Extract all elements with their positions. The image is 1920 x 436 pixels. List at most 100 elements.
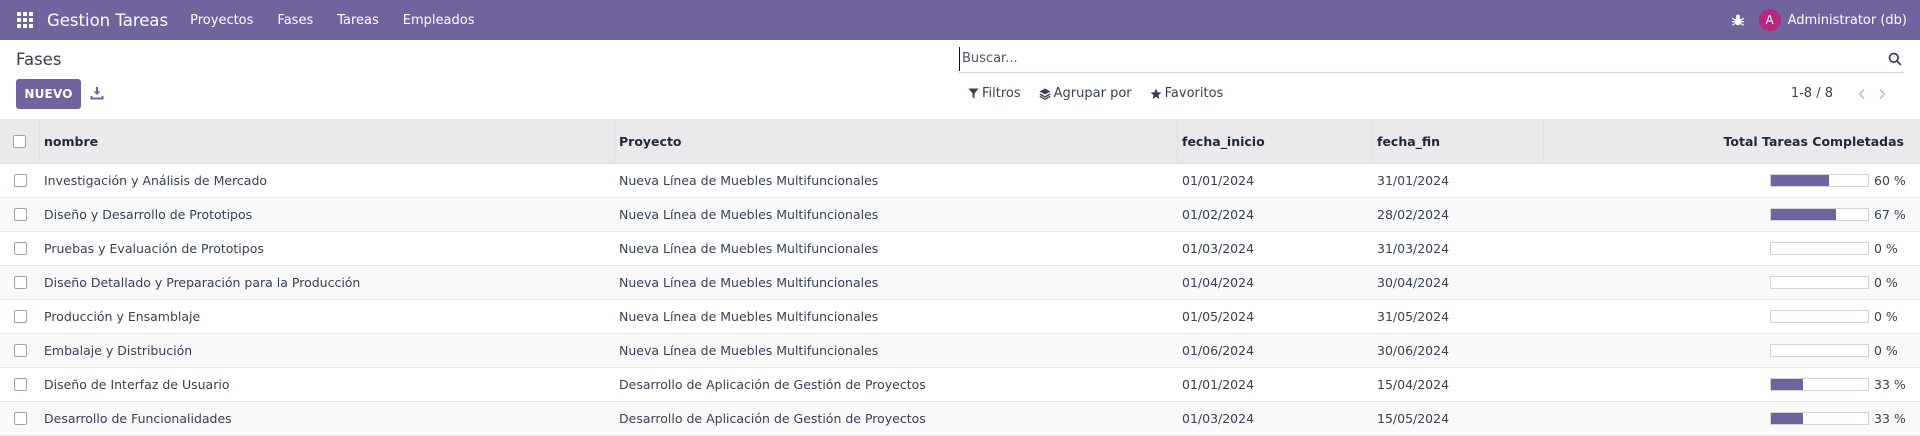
cell-proyecto[interactable]: Nueva Línea de Muebles Multifuncionales — [615, 266, 1178, 299]
cell-fecha-inicio[interactable]: 01/03/2024 — [1178, 232, 1373, 265]
app-brand[interactable]: Gestion Tareas — [47, 11, 168, 30]
row-checkbox-cell — [0, 334, 40, 367]
cell-nombre[interactable]: Investigación y Análisis de Mercado — [40, 164, 615, 197]
navbar-right: A Administrator (db) — [1731, 9, 1907, 31]
cell-total-tareas[interactable]: 60 % — [1544, 164, 1920, 197]
favorites-button[interactable]: Favoritos — [1150, 86, 1223, 101]
progress-track — [1770, 174, 1869, 187]
apps-grid-icon[interactable] — [17, 12, 33, 28]
cell-fecha-fin[interactable]: 15/05/2024 — [1373, 402, 1544, 435]
select-all-checkbox[interactable] — [13, 135, 26, 148]
cell-proyecto[interactable]: Desarrollo de Aplicación de Gestión de P… — [615, 402, 1178, 435]
bug-icon[interactable] — [1731, 13, 1745, 27]
cell-fecha-fin[interactable]: 15/04/2024 — [1373, 368, 1544, 401]
row-checkbox[interactable] — [13, 174, 27, 187]
cell-total-tareas[interactable]: 0 % — [1544, 334, 1920, 367]
search-input[interactable] — [959, 46, 1888, 71]
new-button[interactable]: NUEVO — [16, 79, 81, 109]
download-icon[interactable] — [90, 86, 104, 100]
table-row[interactable]: Diseño de Interfaz de Usuario Desarrollo… — [0, 368, 1920, 402]
layers-icon — [1039, 88, 1051, 100]
menu-item-empleados[interactable]: Empleados — [391, 13, 487, 28]
cell-nombre[interactable]: Diseño de Interfaz de Usuario — [40, 368, 615, 401]
column-header-total-tareas[interactable]: Total Tareas Completadas — [1544, 120, 1920, 163]
pager-value[interactable]: 1-8 / 8 — [1791, 86, 1833, 101]
row-checkbox[interactable] — [13, 412, 27, 425]
cell-fecha-inicio[interactable]: 01/01/2024 — [1178, 368, 1373, 401]
cell-fecha-fin[interactable]: 31/03/2024 — [1373, 232, 1544, 265]
page-title[interactable]: Fases — [16, 50, 61, 69]
menu-item-tareas[interactable]: Tareas — [325, 13, 391, 28]
cell-proyecto[interactable]: Nueva Línea de Muebles Multifuncionales — [615, 164, 1178, 197]
column-header-nombre[interactable]: nombre — [40, 120, 615, 163]
chevron-right-icon[interactable] — [1877, 88, 1887, 100]
group-by-button[interactable]: Agrupar por — [1039, 86, 1132, 101]
table-row[interactable]: Pruebas y Evaluación de Prototipos Nueva… — [0, 232, 1920, 266]
row-checkbox[interactable] — [13, 310, 27, 323]
cell-fecha-inicio[interactable]: 01/04/2024 — [1178, 266, 1373, 299]
cell-proyecto[interactable]: Nueva Línea de Muebles Multifuncionales — [615, 232, 1178, 265]
table-row[interactable]: Diseño Detallado y Preparación para la P… — [0, 266, 1920, 300]
cell-fecha-fin[interactable]: 28/02/2024 — [1373, 198, 1544, 231]
progress-track — [1770, 310, 1869, 323]
menu-item-proyectos[interactable]: Proyectos — [178, 13, 265, 28]
table-row[interactable]: Investigación y Análisis de Mercado Nuev… — [0, 164, 1920, 198]
cell-nombre[interactable]: Diseño Detallado y Preparación para la P… — [40, 266, 615, 299]
column-header-fecha-inicio[interactable]: fecha_inicio — [1178, 120, 1373, 163]
row-checkbox[interactable] — [13, 208, 27, 221]
cell-total-tareas[interactable]: 33 % — [1544, 402, 1920, 435]
cell-proyecto[interactable]: Nueva Línea de Muebles Multifuncionales — [615, 198, 1178, 231]
cell-nombre[interactable]: Producción y Ensamblaje — [40, 300, 615, 333]
cell-nombre[interactable]: Pruebas y Evaluación de Prototipos — [40, 232, 615, 265]
cell-fecha-fin[interactable]: 30/06/2024 — [1373, 334, 1544, 367]
cell-fecha-inicio[interactable]: 01/05/2024 — [1178, 300, 1373, 333]
cell-fecha-inicio[interactable]: 01/03/2024 — [1178, 402, 1373, 435]
row-checkbox[interactable] — [13, 344, 27, 357]
row-checkbox-cell — [0, 402, 40, 435]
row-checkbox-cell — [0, 164, 40, 197]
row-checkbox[interactable] — [13, 242, 27, 255]
progress-fill — [1771, 209, 1836, 220]
row-checkbox-cell — [0, 232, 40, 265]
search-icon[interactable] — [1888, 52, 1902, 66]
cell-fecha-inicio[interactable]: 01/01/2024 — [1178, 164, 1373, 197]
cell-proyecto[interactable]: Nueva Línea de Muebles Multifuncionales — [615, 334, 1178, 367]
main-menu: Proyectos Fases Tareas Empleados — [178, 13, 486, 28]
cell-proyecto[interactable]: Desarrollo de Aplicación de Gestión de P… — [615, 368, 1178, 401]
table-row[interactable]: Producción y Ensamblaje Nueva Línea de M… — [0, 300, 1920, 334]
table-row[interactable]: Desarrollo de Funcionalidades Desarrollo… — [0, 402, 1920, 436]
progress-track — [1770, 242, 1869, 255]
progress-label: 33 % — [1874, 377, 1906, 392]
progress-bar: 33 % — [1770, 411, 1906, 426]
menu-item-fases[interactable]: Fases — [265, 13, 325, 28]
cell-total-tareas[interactable]: 0 % — [1544, 300, 1920, 333]
cell-fecha-fin[interactable]: 31/05/2024 — [1373, 300, 1544, 333]
user-menu[interactable]: Administrator (db) — [1788, 13, 1907, 28]
row-checkbox[interactable] — [13, 378, 27, 391]
cell-nombre[interactable]: Diseño y Desarrollo de Prototipos — [40, 198, 615, 231]
table-row[interactable]: Embalaje y Distribución Nueva Línea de M… — [0, 334, 1920, 368]
filters-button[interactable]: Filtros — [968, 86, 1021, 101]
cell-nombre[interactable]: Embalaje y Distribución — [40, 334, 615, 367]
header-checkbox-cell — [0, 120, 40, 163]
cell-fecha-fin[interactable]: 30/04/2024 — [1373, 266, 1544, 299]
column-header-fecha-fin[interactable]: fecha_fin — [1373, 120, 1544, 163]
cell-fecha-inicio[interactable]: 01/02/2024 — [1178, 198, 1373, 231]
cell-proyecto[interactable]: Nueva Línea de Muebles Multifuncionales — [615, 300, 1178, 333]
progress-track — [1770, 412, 1869, 425]
cell-total-tareas[interactable]: 33 % — [1544, 368, 1920, 401]
cell-fecha-fin[interactable]: 31/01/2024 — [1373, 164, 1544, 197]
chevron-left-icon[interactable] — [1857, 88, 1867, 100]
progress-track — [1770, 208, 1869, 221]
column-header-proyecto[interactable]: Proyecto — [615, 120, 1178, 163]
cell-total-tareas[interactable]: 0 % — [1544, 232, 1920, 265]
progress-fill — [1771, 175, 1830, 186]
table-row[interactable]: Diseño y Desarrollo de Prototipos Nueva … — [0, 198, 1920, 232]
avatar[interactable]: A — [1758, 9, 1781, 31]
progress-label: 67 % — [1874, 207, 1906, 222]
cell-total-tareas[interactable]: 67 % — [1544, 198, 1920, 231]
cell-nombre[interactable]: Desarrollo de Funcionalidades — [40, 402, 615, 435]
cell-fecha-inicio[interactable]: 01/06/2024 — [1178, 334, 1373, 367]
row-checkbox[interactable] — [13, 276, 27, 289]
cell-total-tareas[interactable]: 0 % — [1544, 266, 1920, 299]
